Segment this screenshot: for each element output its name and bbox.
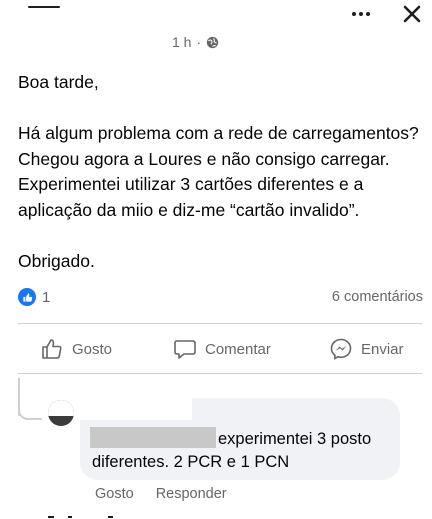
meta-separator: · <box>196 34 202 50</box>
redacted-commenter-name <box>90 427 216 448</box>
like-reaction-icon <box>18 288 36 306</box>
send-button[interactable]: Enviar <box>329 336 404 362</box>
thumbs-up-icon <box>42 339 62 359</box>
globe-icon <box>206 36 219 48</box>
post-meta: 1 h · <box>172 34 219 50</box>
messenger-icon <box>330 338 352 360</box>
header-partial-line <box>28 6 60 8</box>
reaction-summary[interactable]: 1 <box>18 288 50 306</box>
more-options-icon[interactable] <box>350 6 372 22</box>
post-closing: Obrigado. <box>18 250 95 271</box>
truncated-content-edge <box>48 516 113 518</box>
comment-icon <box>174 340 196 359</box>
avatar-crop <box>48 400 74 416</box>
post-body: Boa tarde, Há algum problema com a rede … <box>18 70 428 274</box>
like-count: 1 <box>42 288 51 306</box>
like-button[interactable]: Gosto <box>40 336 112 362</box>
comment-button-label: Comentar <box>205 340 271 358</box>
comment-button[interactable]: Comentar <box>173 336 271 362</box>
comment-actions: Gosto Responder <box>95 486 227 502</box>
comment-reply-link[interactable]: Responder <box>156 486 227 502</box>
divider <box>18 323 422 324</box>
comment-like-link[interactable]: Gosto <box>95 486 134 502</box>
divider <box>18 373 422 374</box>
send-button-label: Enviar <box>361 340 404 358</box>
comments-count[interactable]: 6 comentários <box>332 289 423 305</box>
post-time: 1 h <box>172 34 192 50</box>
comment-bubble-cutout <box>80 392 192 420</box>
post-greeting: Boa tarde, <box>18 72 99 92</box>
thread-connector <box>18 404 42 420</box>
commenter-avatar[interactable] <box>48 400 74 426</box>
close-icon[interactable] <box>400 2 424 26</box>
like-button-label: Gosto <box>72 340 113 358</box>
post-message: Há algum problema com a rede de carregam… <box>18 123 419 220</box>
